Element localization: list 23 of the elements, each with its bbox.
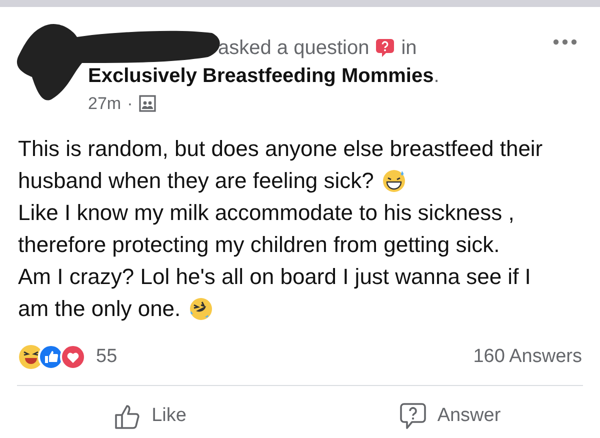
answers-count[interactable]: 160 Answers (473, 342, 582, 372)
group-link[interactable]: Exclusively Breastfeeding Mommies (88, 61, 434, 91)
dot-separator: · (127, 93, 133, 115)
group-icon (138, 95, 156, 112)
action-text: asked a question (218, 36, 370, 61)
post-text-line: therefore protecting my children from getting sick. (18, 231, 500, 259)
post-text-line: husband when they are feeling sick? (18, 167, 374, 195)
like-button[interactable]: Like (0, 386, 300, 438)
post-text-line: Am I crazy? Lol he's all on board I just wanna see if I (18, 263, 531, 291)
period-text: . (434, 64, 440, 89)
question-icon (375, 38, 396, 58)
emoji-icon (382, 169, 406, 193)
post-text-line: am the only one. (18, 295, 181, 323)
post-text-line: Like I know my milk accommodate to his sickness , (18, 199, 514, 227)
question-bubble-icon (399, 402, 428, 430)
answer-button[interactable]: Answer (300, 386, 600, 438)
post-text-line: This is random, but does anyone else breastfeed their (18, 135, 543, 163)
reaction-count: 55 (96, 344, 118, 369)
emoji-icon (188, 297, 213, 321)
preposition-text: in (401, 36, 417, 61)
more-icon[interactable] (553, 39, 577, 45)
timestamp: 27m (88, 93, 122, 115)
thumbs-up-icon (114, 402, 142, 430)
